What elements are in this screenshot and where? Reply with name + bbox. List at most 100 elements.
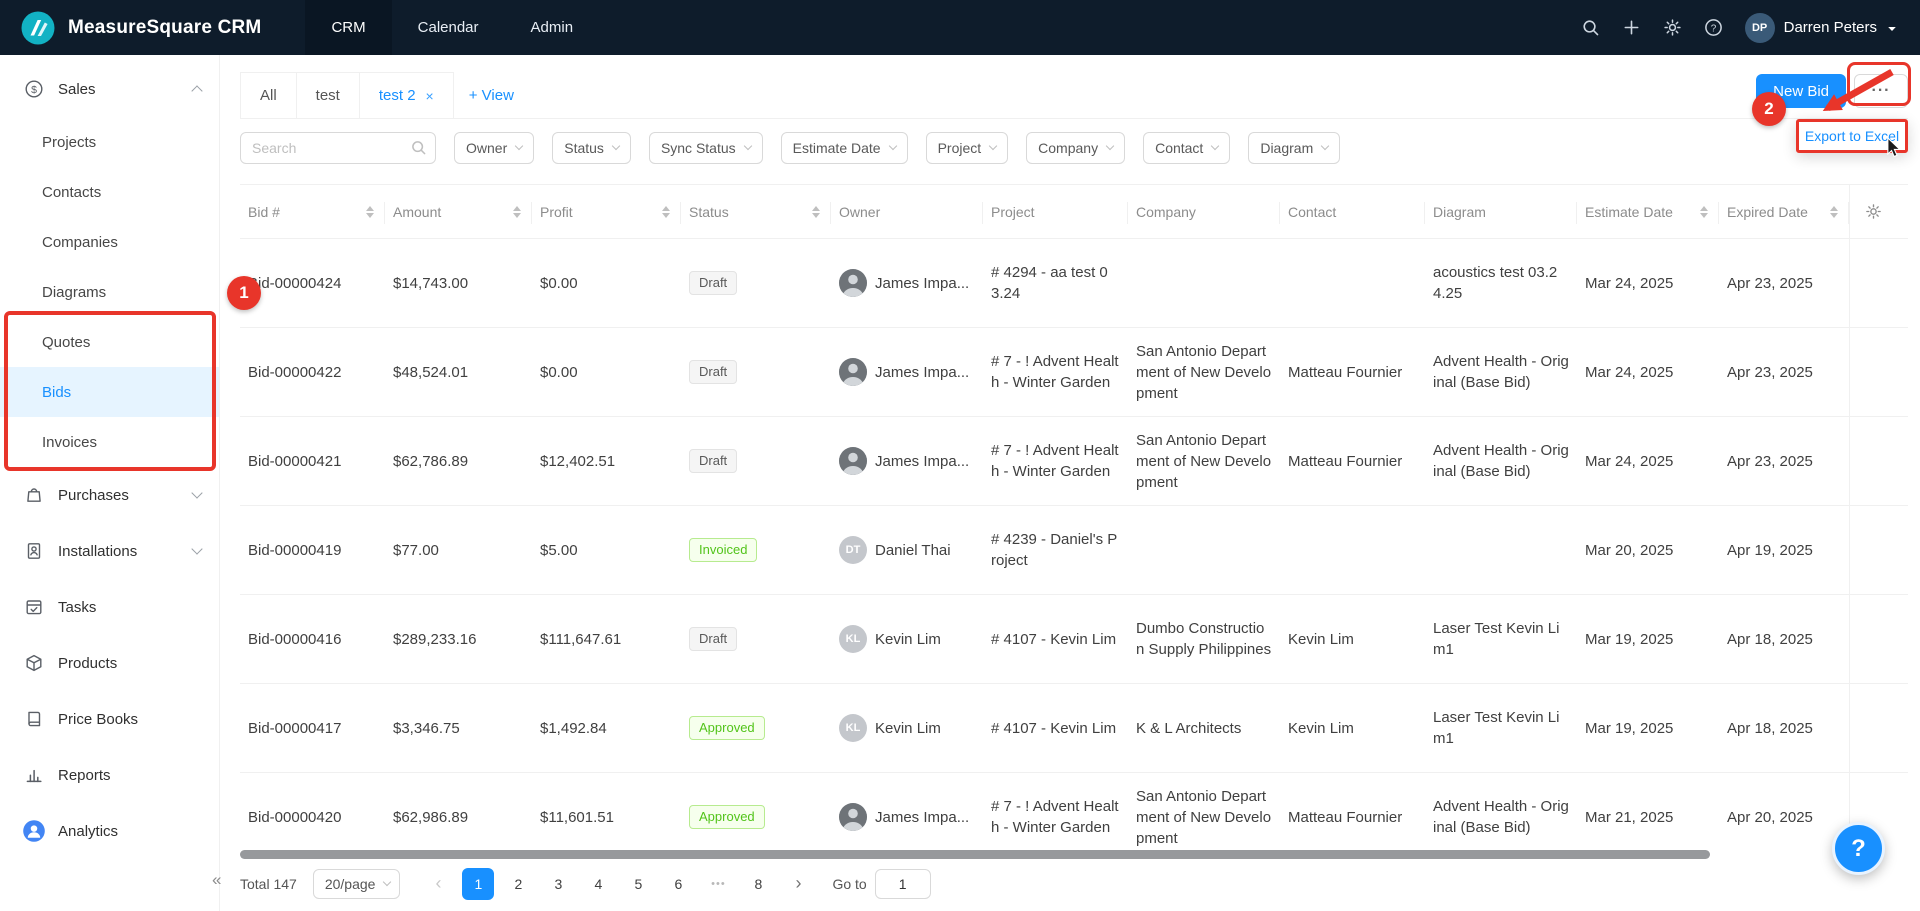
column-header-label: Project bbox=[991, 203, 1035, 220]
tab-close-icon[interactable]: × bbox=[426, 88, 434, 104]
search-submit-icon[interactable] bbox=[410, 139, 427, 156]
goto-page-input[interactable] bbox=[874, 868, 931, 899]
top-nav-item[interactable]: CRM bbox=[305, 0, 392, 55]
table-row[interactable]: Bid-00000416 $289,233.16 $111,647.61 Dra… bbox=[240, 595, 1908, 684]
user-menu[interactable]: DP Darren Peters bbox=[1744, 12, 1898, 43]
page-number-button[interactable]: 3 bbox=[542, 868, 574, 900]
sidebar-item[interactable]: Tasks bbox=[0, 579, 219, 635]
table-row[interactable]: Bid-00000419 $77.00 $5.00 Invoiced DT Da… bbox=[240, 506, 1908, 595]
svg-text:?: ? bbox=[1710, 23, 1716, 34]
column-header[interactable]: Diagram bbox=[1425, 185, 1577, 238]
sort-icon[interactable] bbox=[1700, 205, 1711, 218]
column-header[interactable]: Project bbox=[983, 185, 1128, 238]
help-fab-button[interactable]: ? bbox=[1832, 822, 1885, 875]
column-header[interactable]: Amount bbox=[385, 185, 532, 238]
table-row[interactable]: Bid-00000420 $62,986.89 $11,601.51 Appro… bbox=[240, 773, 1908, 856]
new-bid-button[interactable]: New Bid bbox=[1756, 74, 1846, 108]
table-row[interactable]: Bid-00000424 $14,743.00 $0.00 Draft Jame… bbox=[240, 239, 1908, 328]
sidebar-item[interactable]: Products bbox=[0, 635, 219, 691]
sort-icon[interactable] bbox=[513, 205, 524, 218]
search-icon[interactable] bbox=[1581, 18, 1600, 37]
table-row[interactable]: Bid-00000422 $48,524.01 $0.00 Draft Jame… bbox=[240, 328, 1908, 417]
sort-icon[interactable] bbox=[812, 205, 823, 218]
column-header[interactable]: Contact bbox=[1280, 185, 1425, 238]
status-cell: Invoiced bbox=[681, 528, 831, 572]
sidebar-subitem[interactable]: Invoices bbox=[0, 417, 219, 467]
more-actions-button[interactable]: ··· bbox=[1854, 74, 1908, 108]
page-size-select[interactable]: 20/page bbox=[312, 868, 401, 899]
page-number-button[interactable]: 2 bbox=[502, 868, 534, 900]
column-header[interactable]: Company bbox=[1128, 185, 1280, 238]
next-page-button[interactable]: › bbox=[782, 868, 814, 900]
sidebar-item[interactable]: Installations bbox=[0, 523, 219, 579]
search-input[interactable] bbox=[240, 132, 436, 164]
page-number-button[interactable]: 5 bbox=[622, 868, 654, 900]
sort-icon[interactable] bbox=[366, 205, 377, 218]
filter-dropdown[interactable]: Company bbox=[1026, 132, 1126, 164]
sidebar-subitem[interactable]: Diagrams bbox=[0, 267, 219, 317]
filter-dropdown[interactable]: Sync Status bbox=[648, 132, 763, 164]
table-row[interactable]: Bid-00000417 $3,346.75 $1,492.84 Approve… bbox=[240, 684, 1908, 773]
sort-icon[interactable] bbox=[662, 205, 673, 218]
settings-gear-icon[interactable] bbox=[1663, 18, 1682, 37]
view-tab[interactable]: All bbox=[240, 72, 297, 118]
filter-dropdown[interactable]: Contact bbox=[1143, 132, 1231, 164]
sidebar-item[interactable]: Price Books bbox=[0, 691, 219, 747]
page-number-button[interactable]: 1 bbox=[462, 867, 495, 900]
status-cell: Draft bbox=[681, 350, 831, 394]
column-header[interactable]: Status bbox=[681, 185, 831, 238]
column-header[interactable]: Profit bbox=[532, 185, 681, 238]
app-root: MeasureSquare CRM CRM Calendar Admin ? DP … bbox=[0, 0, 1920, 911]
app-title: MeasureSquare CRM bbox=[68, 16, 262, 38]
bid-number-cell: Bid-00000420 bbox=[248, 808, 342, 826]
sidebar-subitem[interactable]: Quotes bbox=[0, 317, 219, 367]
filter-dropdown[interactable]: Owner bbox=[454, 132, 535, 164]
view-tab[interactable]: test 2 × bbox=[358, 72, 454, 118]
expired-date-cell: Apr 19, 2025 bbox=[1727, 541, 1813, 559]
chevron-down-icon bbox=[1211, 141, 1220, 151]
bid-number-cell: Bid-00000424 bbox=[248, 274, 342, 292]
page-number-button[interactable]: 6 bbox=[662, 868, 694, 900]
sidebar-item[interactable]: Reports bbox=[0, 747, 219, 803]
sidebar-subitem[interactable]: Contacts bbox=[0, 167, 219, 217]
estimate-date-cell: Mar 24, 2025 bbox=[1585, 363, 1674, 381]
sidebar-item[interactable]: $ Sales bbox=[0, 61, 219, 117]
page-number-button[interactable]: 4 bbox=[582, 868, 614, 900]
filter-dropdown[interactable]: Diagram bbox=[1248, 132, 1341, 164]
sidebar-subitem[interactable]: Projects bbox=[0, 117, 219, 167]
filter-dropdown[interactable]: Project bbox=[925, 132, 1009, 164]
export-to-excel-menu-item[interactable]: Export to Excel bbox=[1796, 119, 1908, 153]
top-nav-item[interactable]: Calendar bbox=[392, 0, 505, 55]
column-header[interactable]: Estimate Date bbox=[1577, 185, 1719, 238]
view-tab[interactable]: test bbox=[295, 72, 360, 118]
svg-text:$: $ bbox=[31, 84, 37, 96]
filter-dropdown[interactable]: Estimate Date bbox=[780, 132, 908, 164]
gear-icon bbox=[1866, 204, 1881, 219]
plus-icon[interactable] bbox=[1622, 18, 1641, 37]
page-number-button[interactable]: ••• bbox=[702, 868, 734, 900]
sidebar-group: Installations bbox=[0, 523, 219, 579]
owner-avatar bbox=[839, 803, 867, 831]
sort-icon[interactable] bbox=[1830, 205, 1841, 218]
page-number-button[interactable]: 8 bbox=[742, 868, 774, 900]
column-header[interactable]: Bid # bbox=[240, 185, 385, 238]
column-header[interactable]: Expired Date bbox=[1719, 185, 1849, 238]
column-header[interactable]: Owner bbox=[831, 185, 983, 238]
table-row[interactable]: Bid-00000421 $62,786.89 $12,402.51 Draft… bbox=[240, 417, 1908, 506]
add-view-button[interactable]: + View bbox=[469, 72, 514, 118]
top-nav-item[interactable]: Admin bbox=[505, 0, 600, 55]
horizontal-scrollbar[interactable] bbox=[240, 850, 1710, 859]
prev-page-button[interactable]: ‹ bbox=[422, 868, 454, 900]
filter-dropdown-label: Company bbox=[1038, 140, 1099, 156]
filter-dropdown[interactable]: Status bbox=[552, 132, 631, 164]
sidebar-collapse-icon[interactable]: « bbox=[212, 870, 221, 890]
help-circle-icon[interactable]: ? bbox=[1704, 18, 1723, 37]
sidebar-item[interactable]: Analytics bbox=[0, 803, 219, 859]
status-badge: Approved bbox=[689, 716, 765, 740]
chevron-down-icon bbox=[191, 487, 203, 499]
sidebar-item[interactable]: Purchases bbox=[0, 467, 219, 523]
column-settings-button[interactable] bbox=[1849, 185, 1897, 238]
profit-cell: $5.00 bbox=[540, 541, 578, 559]
sidebar-subitem[interactable]: Companies bbox=[0, 217, 219, 267]
sidebar-subitem[interactable]: Bids bbox=[0, 367, 219, 417]
